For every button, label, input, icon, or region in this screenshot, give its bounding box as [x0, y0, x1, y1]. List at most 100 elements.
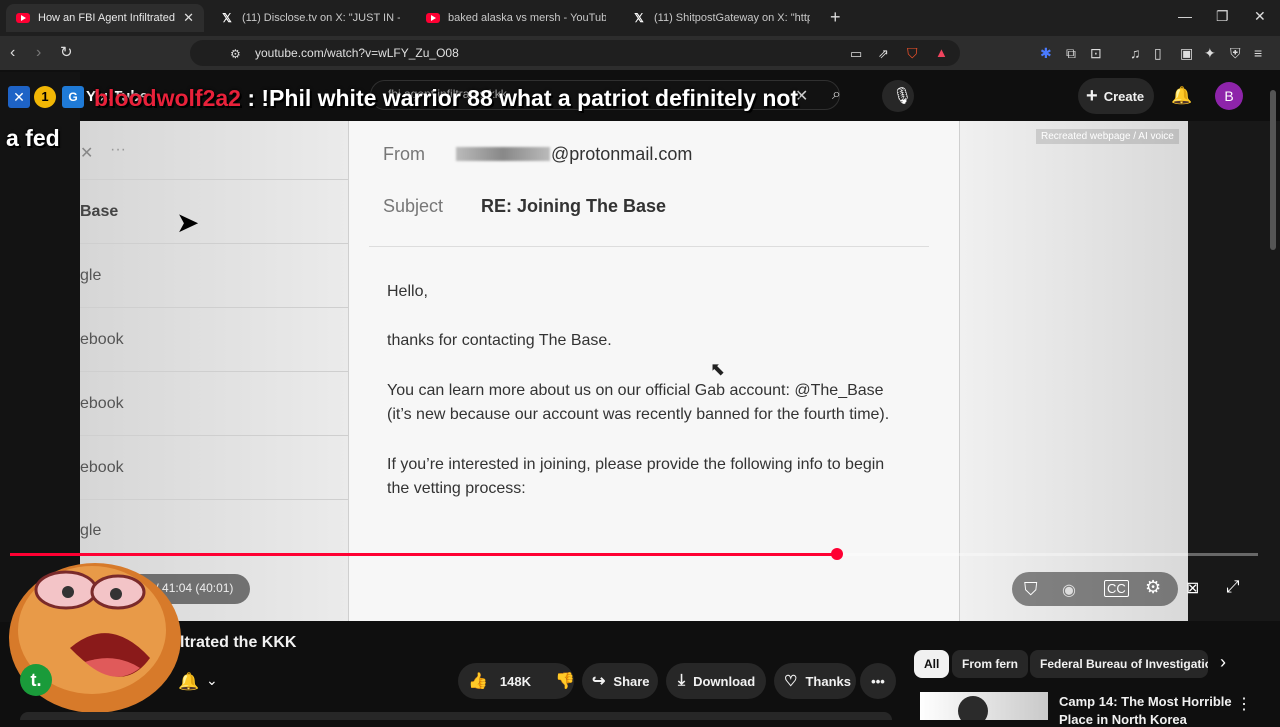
chevron-down-icon[interactable]: ⌄: [206, 672, 218, 689]
search-icon[interactable]: ⌕: [832, 86, 841, 104]
chat-username: bloodwolf2a2: [94, 85, 241, 111]
voice-search-button[interactable]: 🎙: [882, 80, 914, 112]
x-icon: 𝕏: [222, 11, 232, 25]
divider: [369, 246, 929, 247]
email-line: the vetting process:: [387, 480, 526, 497]
close-icon: ✕: [80, 145, 94, 162]
puzzle-icon[interactable]: ⧉: [1066, 44, 1076, 62]
tab-label: (11) ShitpostGateway on X: "https://t: [654, 12, 810, 24]
thanks-button[interactable]: ♡ Thanks: [774, 663, 856, 699]
from-label: From: [383, 144, 425, 164]
sidebar-item: gle: [80, 522, 102, 539]
close-icon[interactable]: ✕: [177, 10, 194, 26]
app-icon-2: G: [62, 86, 84, 108]
chip-all[interactable]: All: [914, 650, 950, 678]
subscribe-bell-icon[interactable]: 🔔: [178, 672, 199, 692]
notification-badge: 1: [34, 86, 56, 108]
cursor-icon: ⬉: [710, 359, 726, 379]
email-pane: From @protonmail.com Subject RE: Joining…: [348, 121, 960, 621]
email-line: thanks for contacting The Base.: [387, 332, 612, 349]
chat-text: : !Phil white warrior 88 what a patriot …: [240, 85, 799, 111]
tab-4[interactable]: 𝕏 (11) ShitpostGateway on X: "https://t: [622, 4, 820, 32]
recommended-thumbnail[interactable]: [920, 692, 1048, 720]
video-title: ltrated the KKK: [180, 634, 297, 651]
settings-gear-icon[interactable]: ⚙: [1145, 577, 1161, 598]
brave-rewards-icon[interactable]: ▲: [935, 44, 948, 62]
share-icon[interactable]: ⇗: [878, 45, 889, 63]
leo-icon[interactable]: ✦: [1204, 44, 1216, 62]
tab-label: baked alaska vs mersh - YouTube: [448, 12, 606, 24]
cast-icon[interactable]: ▭: [850, 45, 862, 63]
tab-3[interactable]: baked alaska vs mersh - YouTube: [416, 4, 616, 32]
screenshot-icon[interactable]: ⊡: [1090, 44, 1102, 62]
dislike-icon[interactable]: 👎: [555, 671, 575, 691]
sidebar-item: ebook: [80, 395, 124, 412]
new-tab-button[interactable]: +: [830, 7, 841, 28]
progress-scrubber[interactable]: [831, 548, 843, 560]
thanks-icon: ♡: [784, 673, 798, 690]
like-dislike-group: 👍 148K 👎: [458, 663, 575, 699]
minimize-icon[interactable]: —: [1178, 8, 1192, 24]
chip-federal-bureau[interactable]: Federal Bureau of Investigation: [1030, 650, 1208, 678]
tab-label: (11) Disclose.tv on X: "JUST IN - UK n: [242, 12, 400, 24]
tab-2[interactable]: 𝕏 (11) Disclose.tv on X: "JUST IN - UK n: [210, 4, 410, 32]
sidebar-item: Base: [80, 203, 119, 220]
reload-icon[interactable]: ↻: [60, 44, 73, 62]
captions-icon[interactable]: CC: [1104, 580, 1129, 597]
right-background: [1188, 121, 1280, 621]
maximize-icon[interactable]: ❐: [1216, 8, 1229, 25]
url-text[interactable]: youtube.com/watch?v=wLFY_Zu_O08: [255, 46, 459, 60]
email-line: You can learn more about us on our offic…: [387, 382, 884, 399]
email-right-pane: Recreated webpage / AI voice: [960, 121, 1188, 621]
scrollbar-thumb[interactable]: [1270, 90, 1276, 250]
shield-icon[interactable]: ⛉: [1024, 579, 1038, 600]
notifications-bell-icon[interactable]: 🔔: [1171, 86, 1192, 106]
video-player[interactable]: ✕ ··· Base gle ebook ebook ebook gle Fro…: [80, 121, 1188, 621]
download-label: Download: [693, 673, 756, 689]
forward-icon[interactable]: ›: [36, 44, 41, 62]
extension-icon[interactable]: ✱: [1040, 44, 1052, 62]
youtube-icon: [426, 11, 440, 25]
email-line: (it’s new because our account was recent…: [387, 406, 890, 423]
chevron-right-icon[interactable]: ›: [1220, 652, 1226, 673]
plus-icon: +: [1086, 84, 1098, 107]
avatar[interactable]: B: [1215, 82, 1243, 110]
share-label: Share: [613, 673, 650, 689]
sidebar-item: ebook: [80, 459, 124, 476]
miniplayer-icon[interactable]: ⊠: [1186, 578, 1199, 598]
from-value: @protonmail.com: [551, 144, 693, 164]
brave-shield-icon[interactable]: ⛉: [907, 44, 918, 62]
download-icon: ⤓: [678, 672, 686, 689]
subject-value: RE: Joining The Base: [481, 196, 667, 216]
sidebar-icon[interactable]: ▯: [1154, 44, 1162, 62]
share-button[interactable]: ↪ Share: [582, 663, 658, 699]
more-actions-button[interactable]: •••: [860, 663, 896, 699]
back-icon[interactable]: ‹: [10, 44, 15, 62]
create-button[interactable]: + Create: [1078, 78, 1154, 114]
channel-avatar[interactable]: t.: [20, 664, 52, 696]
redacted-address: [456, 147, 550, 161]
subject-label: Subject: [383, 196, 444, 216]
media-icon[interactable]: ♫: [1130, 44, 1141, 62]
description-box[interactable]: [20, 712, 892, 720]
site-info-icon[interactable]: ⚙: [230, 45, 241, 63]
vpn-icon[interactable]: ⛨: [1230, 44, 1241, 62]
menu-icon[interactable]: ≡: [1254, 44, 1262, 62]
kebab-menu-icon[interactable]: ⋮: [1236, 694, 1252, 714]
recommended-title[interactable]: Camp 14: The Most Horrible: [1059, 694, 1232, 709]
window-close-icon[interactable]: ✕: [1254, 8, 1266, 25]
chip-from-fern[interactable]: From fern: [952, 650, 1029, 678]
share-icon: ↪: [592, 673, 606, 690]
tab-1[interactable]: How an FBI Agent Infiltrated the ✕: [6, 4, 204, 32]
like-icon[interactable]: 👍: [468, 671, 488, 691]
chat-message-continued: a fed: [6, 125, 60, 151]
x-icon: 𝕏: [634, 11, 644, 25]
autoplay-toggle-icon[interactable]: ◉: [1062, 580, 1076, 600]
more-icon: ···: [110, 141, 126, 158]
sidebar-item: ebook: [80, 331, 124, 348]
fullscreen-icon[interactable]: ⤢: [1226, 577, 1240, 597]
like-count[interactable]: 148K: [500, 674, 531, 689]
download-button[interactable]: ⤓ Download: [666, 663, 766, 699]
wallet-icon[interactable]: ▣: [1180, 44, 1193, 62]
email-line: Hello,: [387, 283, 428, 300]
